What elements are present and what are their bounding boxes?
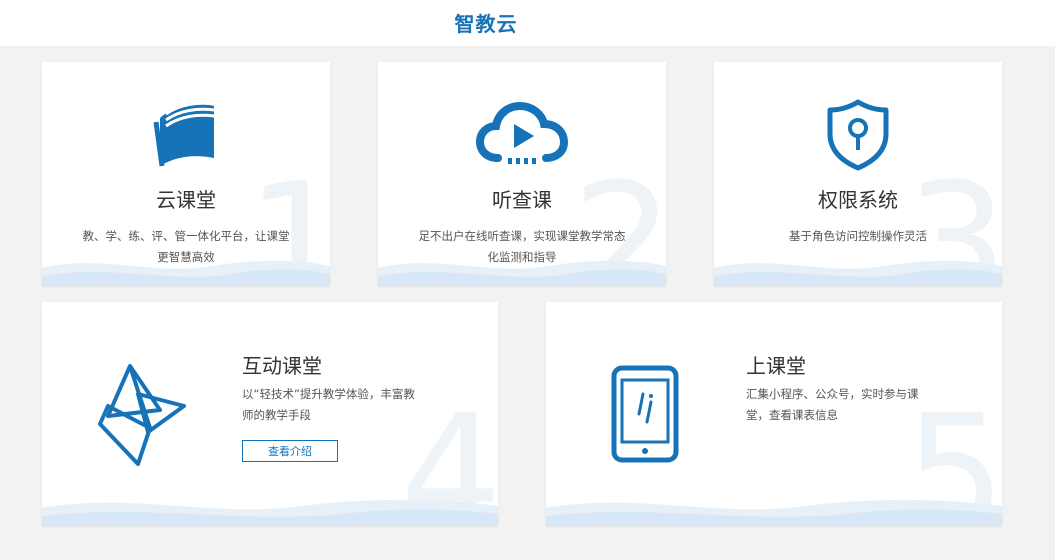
card-description: 以“轻技术”提升教学体验，丰富教师的教学手段 — [242, 387, 415, 422]
wave-decoration — [42, 499, 498, 526]
brand-title: 智教云 — [454, 12, 518, 36]
wave-decoration — [714, 260, 1002, 286]
top-bar: 智教云 — [0, 0, 1055, 46]
tablet-icon — [611, 365, 679, 463]
feature-card-permission-system[interactable]: 3 权限系统 基于角色访问控制操作灵活 — [714, 62, 1002, 286]
card-description: 汇集小程序、公众号，实时参与课堂，查看课表信息 — [746, 387, 919, 422]
interactive-triangles-icon — [98, 364, 186, 466]
book-icon — [153, 101, 215, 167]
card-title: 听查课 — [492, 188, 552, 212]
cloud-play-icon — [476, 102, 568, 164]
card-title: 互动课堂 — [242, 354, 322, 378]
view-intro-button[interactable]: 查看介绍 — [242, 440, 338, 462]
feature-card-interactive-classroom[interactable]: 4 互动课堂 以“轻技术”提升教学体验，丰富教师的教学手段 查看介绍 — [42, 302, 498, 526]
feature-card-cloud-classroom[interactable]: 1 云课堂 教、学、练、评、管一体化平台，让课堂更智慧高效 — [42, 62, 330, 286]
card-description: 足不出户在线听查课，实现课堂教学常态化监测和指导 — [418, 229, 626, 264]
shield-key-icon — [827, 99, 889, 171]
feature-card-lesson-inspection[interactable]: 2 听查课 足不出户在线听查课，实现课堂教学常态化监测和指导 — [378, 62, 666, 286]
card-description: 基于角色访问控制操作灵活 — [789, 229, 927, 243]
card-title: 权限系统 — [818, 188, 898, 212]
card-title: 云课堂 — [156, 188, 216, 212]
card-description: 教、学、练、评、管一体化平台，让课堂更智慧高效 — [82, 229, 290, 264]
feature-card-attend-class[interactable]: 5 上课堂 汇集小程序、公众号，实时参与课堂，查看课表信息 — [546, 302, 1002, 526]
wave-decoration — [546, 499, 1002, 526]
card-title: 上课堂 — [746, 354, 806, 378]
